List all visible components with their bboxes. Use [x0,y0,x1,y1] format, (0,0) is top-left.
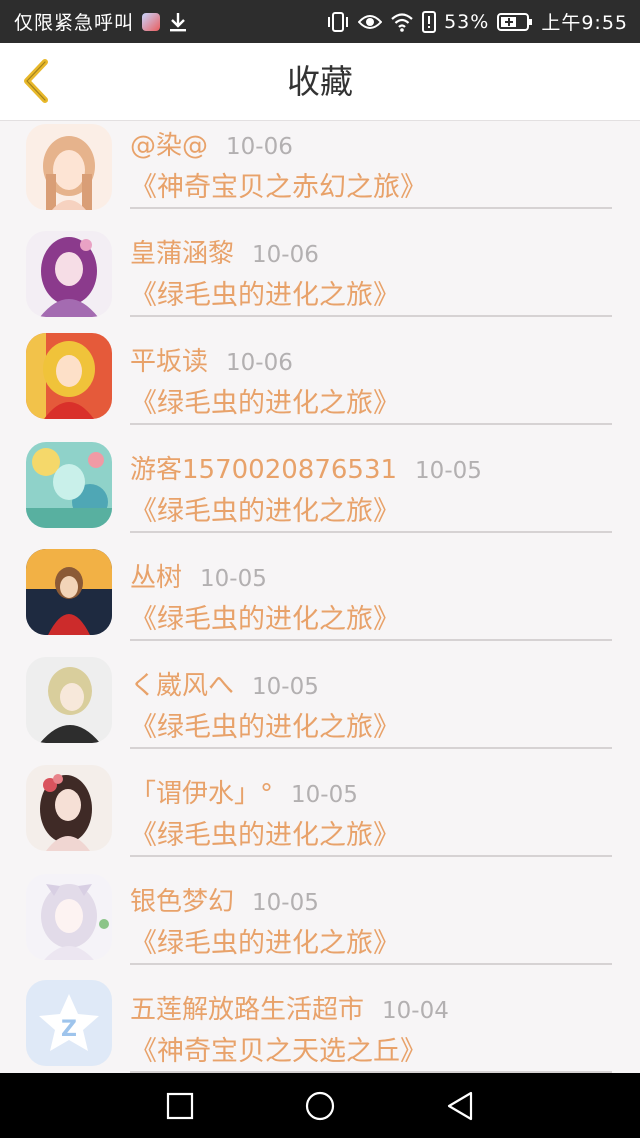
download-icon [168,11,188,33]
date-label: 10-04 [382,998,449,1024]
date-label: 10-06 [226,134,293,160]
book-title[interactable]: 《绿毛虫的进化之旅》 [130,813,612,852]
divider [130,207,612,209]
favorites-list[interactable]: @染@ 10-06 《神奇宝贝之赤幻之旅》 皇蒲涵黎 10-06 《绿毛虫的进化… [0,121,640,1073]
avatar[interactable] [26,549,112,635]
svg-text:Z: Z [61,1017,77,1042]
date-label: 10-06 [252,242,319,268]
list-item[interactable]: 平坂读 10-06 《绿毛虫的进化之旅》 [0,333,640,445]
list-item[interactable]: く崴风へ 10-05 《绿毛虫的进化之旅》 [0,657,640,769]
book-title[interactable]: 《绿毛虫的进化之旅》 [130,273,612,312]
date-label: 10-05 [200,566,267,592]
list-item[interactable]: @染@ 10-06 《神奇宝贝之赤幻之旅》 [0,121,640,229]
circle-home-icon [305,1091,335,1120]
date-label: 10-05 [252,890,319,916]
eye-icon [358,13,383,31]
row-text: 游客1570020876531 10-05 《绿毛虫的进化之旅》 [130,445,612,528]
divider [130,855,612,857]
book-title[interactable]: 《绿毛虫的进化之旅》 [130,489,612,528]
navigation-bar [0,1073,640,1138]
row-text: 「谓伊水」° 10-05 《绿毛虫的进化之旅》 [130,769,612,852]
avatar[interactable] [26,874,112,960]
date-label: 10-05 [415,458,482,484]
book-title[interactable]: 《绿毛虫的进化之旅》 [130,381,612,420]
book-title[interactable]: 《绿毛虫的进化之旅》 [130,705,612,744]
app-notification-icon [142,12,161,31]
back-nav-button[interactable] [428,1074,492,1138]
row-text: 平坂读 10-06 《绿毛虫的进化之旅》 [130,337,612,420]
book-title[interactable]: 《绿毛虫的进化之旅》 [130,597,612,636]
username[interactable]: く崴风へ [130,665,234,702]
list-item[interactable]: 丛树 10-05 《绿毛虫的进化之旅》 [0,549,640,661]
row-text: 丛树 10-05 《绿毛虫的进化之旅》 [130,553,612,636]
clock: 上午9:55 [541,12,628,34]
divider [130,423,612,425]
battery-charging-icon [497,12,533,31]
avatar[interactable] [26,442,112,528]
list-item[interactable]: 皇蒲涵黎 10-06 《绿毛虫的进化之旅》 [0,229,640,337]
avatar[interactable] [26,657,112,743]
divider [130,639,612,641]
battery-percent: 53% [444,10,490,33]
row-text: 银色梦幻 10-05 《绿毛虫的进化之旅》 [130,877,612,960]
list-item[interactable]: Z 五莲解放路生活超市 10-04 《神奇宝贝之天选之丘》 [0,980,640,1073]
divider [130,963,612,965]
battery-alert-icon [422,10,437,33]
username[interactable]: 「谓伊水」° [130,773,273,810]
avatar[interactable] [26,231,112,317]
app-header: 收藏 [0,43,640,121]
carrier-text: 仅限紧急呼叫 [14,12,135,34]
avatar[interactable]: Z [26,980,112,1066]
username[interactable]: 丛树 [130,557,182,594]
date-label: 10-05 [291,782,358,808]
avatar[interactable] [26,765,112,851]
row-text: 皇蒲涵黎 10-06 《绿毛虫的进化之旅》 [130,229,612,312]
triangle-back-icon [447,1091,473,1120]
username[interactable]: 五莲解放路生活超市 [130,989,364,1026]
divider [130,747,612,749]
date-label: 10-05 [252,674,319,700]
username[interactable]: 平坂读 [130,341,208,378]
book-title[interactable]: 《绿毛虫的进化之旅》 [130,921,612,960]
home-button[interactable] [288,1074,352,1138]
divider [130,315,612,317]
list-item[interactable]: 银色梦幻 10-05 《绿毛虫的进化之旅》 [0,874,640,985]
status-bar: 仅限紧急呼叫 53% 上午9:55 [0,0,640,43]
recent-apps-button[interactable] [148,1074,212,1138]
status-right: 53% 上午9:55 [326,8,628,35]
page-title: 收藏 [287,62,353,101]
date-label: 10-06 [226,350,293,376]
list-item[interactable]: 游客1570020876531 10-05 《绿毛虫的进化之旅》 [0,442,640,553]
row-text: 五莲解放路生活超市 10-04 《神奇宝贝之天选之丘》 [130,985,612,1068]
row-text: く崴风へ 10-05 《绿毛虫的进化之旅》 [130,661,612,744]
divider [130,531,612,533]
avatar[interactable] [26,124,112,210]
avatar[interactable] [26,333,112,419]
username[interactable]: 皇蒲涵黎 [130,233,234,270]
square-recent-apps-icon [166,1092,194,1119]
status-left: 仅限紧急呼叫 [14,8,188,35]
wifi-icon [390,12,414,32]
list-item[interactable]: 「谓伊水」° 10-05 《绿毛虫的进化之旅》 [0,765,640,877]
book-title[interactable]: 《神奇宝贝之天选之丘》 [130,1029,612,1068]
row-text: @染@ 10-06 《神奇宝贝之赤幻之旅》 [130,121,612,204]
book-title[interactable]: 《神奇宝贝之赤幻之旅》 [130,165,612,204]
vibrate-icon [326,11,350,33]
username[interactable]: @染@ [130,125,208,162]
username[interactable]: 游客1570020876531 [130,449,397,486]
username[interactable]: 银色梦幻 [130,881,234,918]
